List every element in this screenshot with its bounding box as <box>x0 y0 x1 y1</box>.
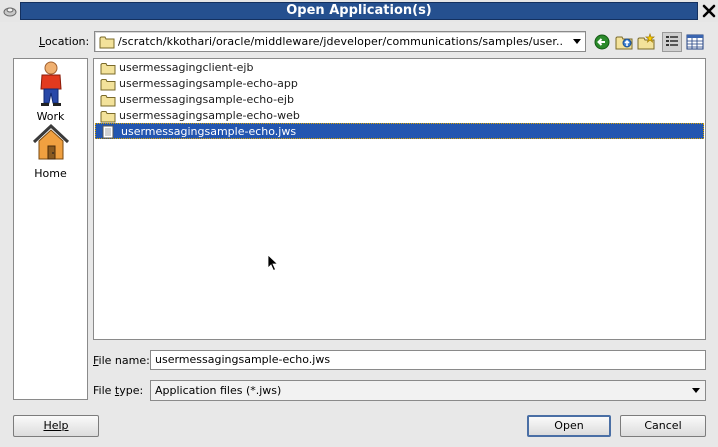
cancel-button-label: Cancel <box>644 419 682 432</box>
location-label: Location: <box>39 35 89 48</box>
list-item[interactable]: usermessagingsample-echo-app <box>94 76 394 92</box>
file-name-text: usermessagingclient-ejb <box>119 61 254 74</box>
location-dropdown[interactable]: /scratch/kkothari/oracle/middleware/jdev… <box>94 31 586 52</box>
folder-icon <box>99 36 115 49</box>
new-folder-icon[interactable] <box>636 32 656 52</box>
file-type-label-start: File <box>93 384 115 397</box>
help-button-label: Help <box>43 419 69 432</box>
file-type-value: Application files (*.jws) <box>155 384 282 397</box>
home-icon <box>32 123 69 160</box>
cancel-button[interactable]: Cancel <box>620 415 706 437</box>
list-item[interactable]: usermessagingsample-echo-ejb <box>94 92 394 108</box>
file-name-text: usermessagingsample-echo-ejb <box>119 93 294 106</box>
up-folder-icon[interactable] <box>614 32 634 52</box>
close-icon <box>702 4 716 18</box>
window-title: Open Application(s) <box>20 2 698 20</box>
file-type-dropdown[interactable]: Application files (*.jws) <box>150 380 706 401</box>
file-name-field[interactable]: usermessagingsample-echo.jws <box>150 350 706 370</box>
file-name-label: File name: <box>93 354 150 367</box>
place-label: Work <box>36 110 65 123</box>
details-view-icon[interactable] <box>685 32 705 52</box>
list-view-button[interactable] <box>662 32 682 52</box>
file-name-label-text: ile name: <box>98 354 150 367</box>
folder-icon <box>100 63 116 75</box>
place-label: Home <box>34 167 67 180</box>
list-item-selected[interactable]: usermessagingsample-echo.jws <box>95 123 704 139</box>
chevron-down-icon[interactable] <box>692 388 700 393</box>
close-button[interactable] <box>700 1 718 21</box>
file-name-text: usermessagingsample-echo-app <box>119 77 298 90</box>
open-button-label: Open <box>554 419 584 432</box>
open-button[interactable]: Open <box>527 415 611 437</box>
list-view-icon <box>666 36 678 46</box>
file-name-text: usermessagingsample-echo-web <box>119 109 300 122</box>
file-type-label: File type: <box>93 384 143 397</box>
file-list[interactable]: usermessagingclient-ejb usermessagingsam… <box>93 58 706 340</box>
location-path: /scratch/kkothari/oracle/middleware/jdev… <box>118 35 563 48</box>
list-item[interactable]: usermessagingsample-echo-web <box>94 108 394 124</box>
folder-icon <box>100 79 116 91</box>
file-type-label-text: ype: <box>119 384 144 397</box>
work-person-icon <box>39 61 62 106</box>
title-bar: Open Application(s) <box>0 0 718 22</box>
location-label-text: ocation: <box>44 35 90 48</box>
back-icon[interactable] <box>592 32 612 52</box>
chevron-down-icon[interactable] <box>573 39 581 44</box>
place-home[interactable]: Home <box>14 123 87 180</box>
help-button[interactable]: Help <box>13 415 99 437</box>
file-name-text: usermessagingsample-echo.jws <box>121 125 297 138</box>
app-menu-icon[interactable] <box>3 4 17 18</box>
place-work[interactable]: Work <box>14 61 87 123</box>
places-panel: Work Home <box>13 58 88 400</box>
folder-icon <box>100 111 116 123</box>
folder-icon <box>100 95 116 107</box>
list-item[interactable]: usermessagingclient-ejb <box>94 60 394 76</box>
document-icon <box>102 125 114 139</box>
mouse-cursor-icon <box>267 254 279 272</box>
